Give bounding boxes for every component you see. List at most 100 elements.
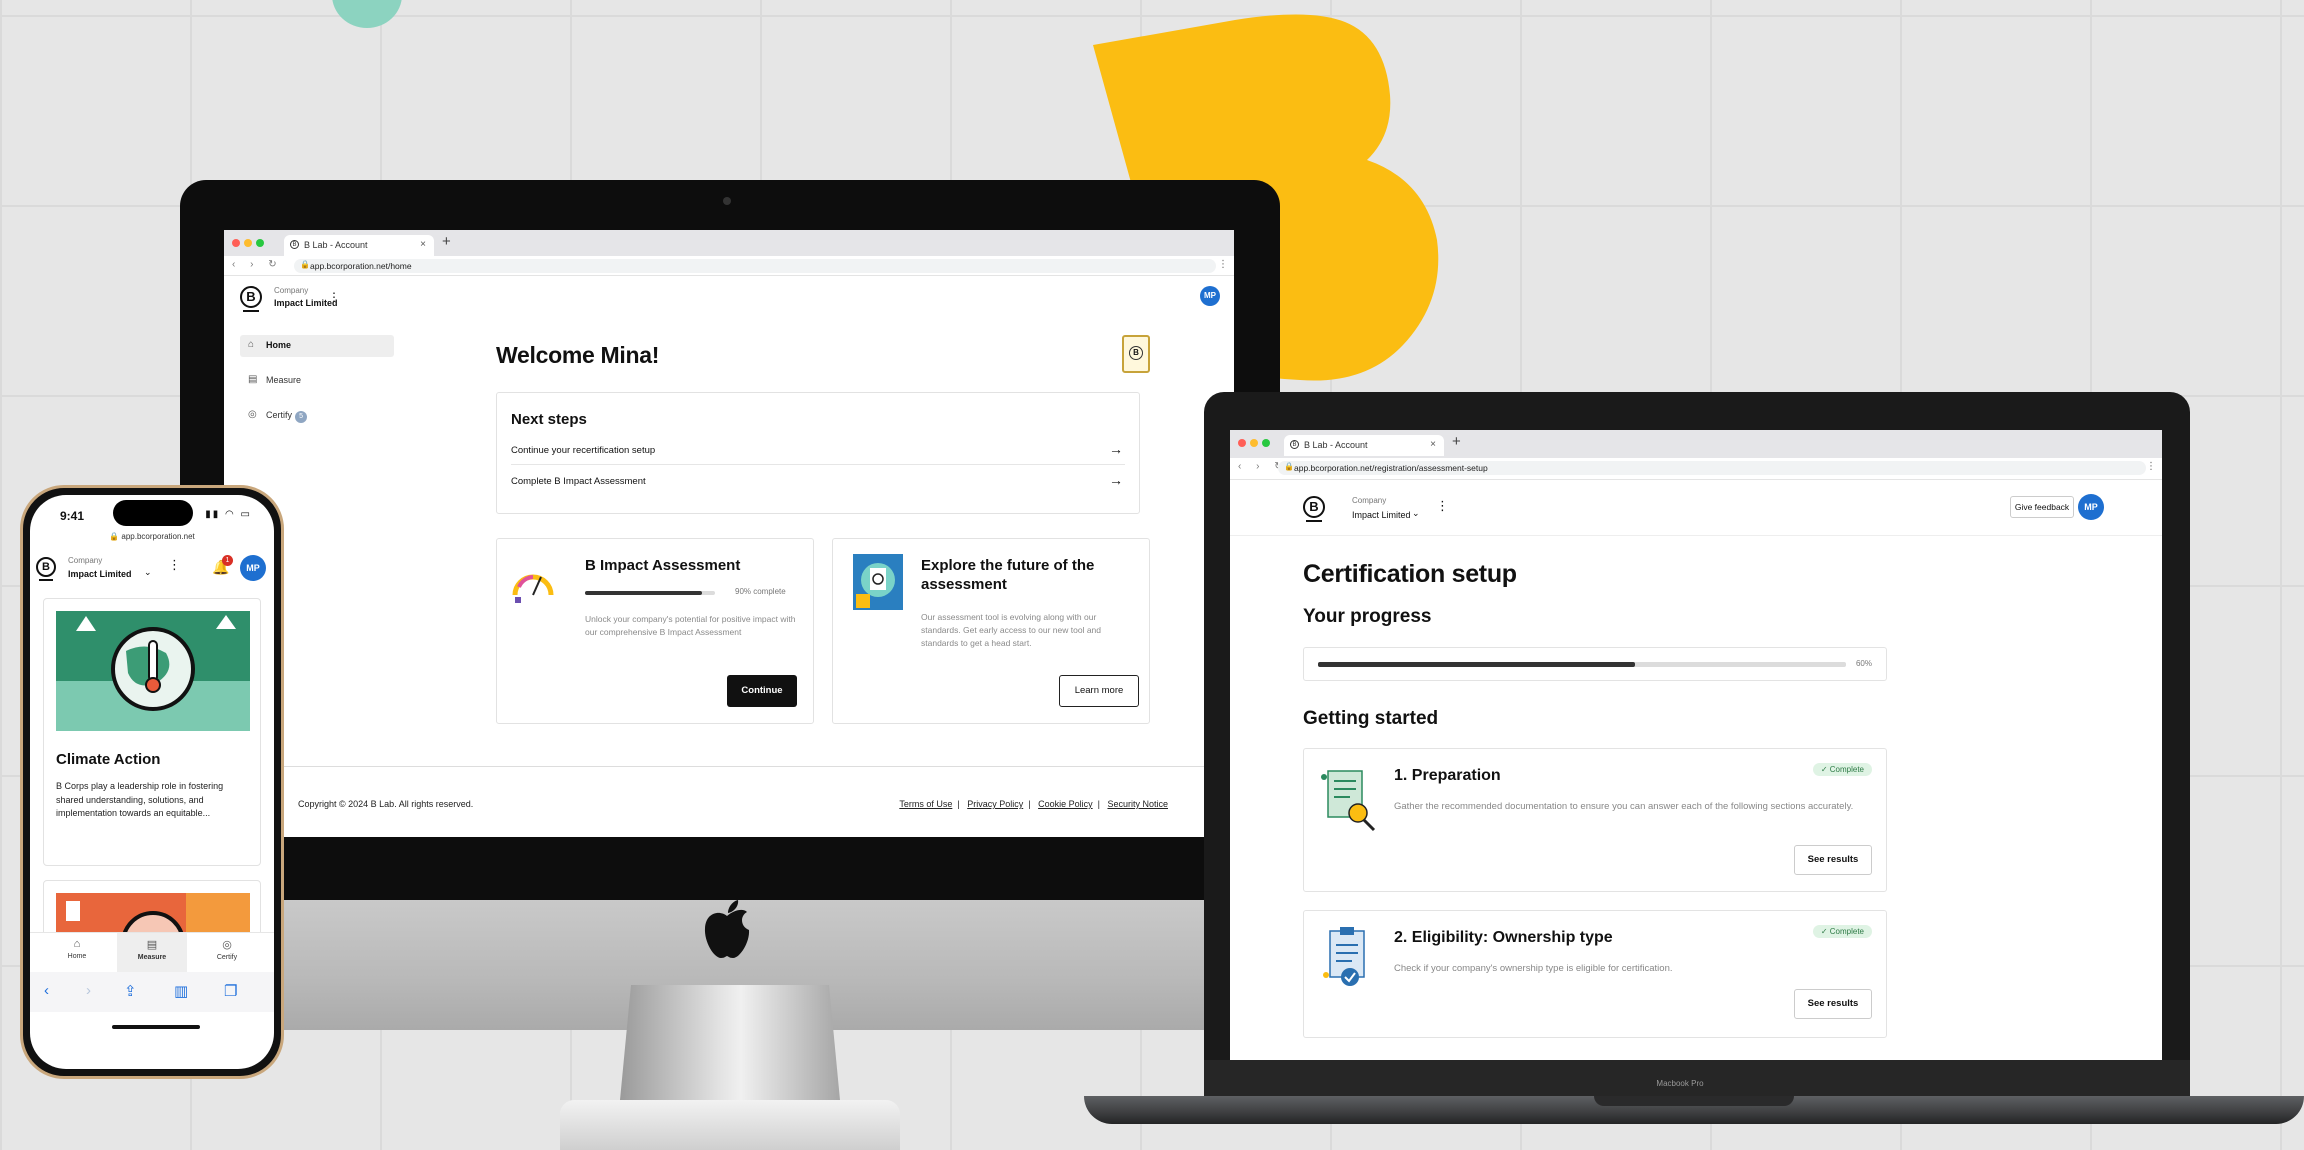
bcorp-logo-icon[interactable]: B (240, 286, 262, 312)
new-tab-icon[interactable]: + (442, 233, 451, 250)
see-results-button[interactable]: See results (1794, 989, 1872, 1019)
minimize-window-dot[interactable] (244, 239, 252, 247)
browser-menu-icon[interactable]: ⋮ (1218, 259, 1228, 270)
browser-tab[interactable]: B B Lab - Account × (1284, 435, 1444, 456)
address-bar: ‹ › ↻ 🔒 app.bcorporation.net/registratio… (1230, 458, 2162, 480)
close-tab-icon[interactable]: × (420, 239, 426, 250)
imac-camera (723, 197, 731, 205)
signal-wifi-battery-icon: ▮▮ ◠ ▭ (205, 509, 252, 520)
iphone-screen: 9:41 ▮▮ ◠ ▭ 🔒 app.bcorporation.net B Com… (30, 495, 274, 1069)
learn-more-button[interactable]: Learn more (1059, 675, 1139, 707)
avatar[interactable]: MP (2078, 494, 2104, 520)
impact-progress-label: 90% complete (735, 587, 786, 596)
browser-nav-icons[interactable]: ‹ › ↻ (232, 259, 283, 270)
footer-divider (224, 766, 1234, 767)
getting-started-heading: Getting started (1303, 708, 1439, 729)
next-step-assessment[interactable]: Complete B Impact Assessment → (511, 468, 1125, 496)
section-title: 1. Preparation (1394, 767, 1501, 784)
lock-icon: 🔒 (300, 260, 310, 269)
chevron-down-icon[interactable]: ⌄ (1412, 508, 1420, 519)
sidebar-item-measure[interactable]: ▤ Measure (240, 370, 394, 392)
section-description: Check if your company's ownership type i… (1394, 963, 1673, 974)
bottom-nav-home[interactable]: ⌂ Home (42, 933, 112, 973)
dynamic-island (113, 500, 193, 526)
security-link[interactable]: Security Notice (1107, 799, 1168, 809)
check-circle-icon: ◎ (248, 409, 257, 420)
company-selector[interactable]: Impact Limited (68, 569, 132, 579)
future-assessment-illustration-icon (853, 554, 903, 610)
climate-illustration-icon (56, 611, 250, 731)
macbook-screen: B B Lab - Account × + ‹ › ↻ 🔒 app.bcorpo… (1230, 430, 2162, 1060)
bookmarks-icon[interactable]: ▥ (174, 982, 188, 1000)
lock-icon: 🔒 (1284, 462, 1294, 471)
company-menu-icon[interactable]: ⋮ (1436, 498, 1449, 514)
blab-favicon-icon: B (1290, 440, 1299, 449)
imac-stand (620, 985, 840, 1100)
complete-badge: ✓ Complete (1812, 763, 1872, 776)
complete-badge: ✓ Complete (1812, 925, 1872, 938)
bottom-nav-measure[interactable]: ▤ Measure (117, 933, 187, 973)
apple-logo-icon (704, 900, 750, 958)
zoom-window-dot[interactable] (1262, 439, 1270, 447)
company-menu-icon[interactable]: ⋮ (328, 290, 340, 304)
see-results-button[interactable]: See results (1794, 845, 1872, 875)
climate-action-card[interactable]: Climate Action B Corps play a leadership… (43, 598, 261, 866)
setup-progress-bar (1318, 662, 1846, 667)
status-time: 9:41 (60, 509, 85, 523)
tabs-icon[interactable]: ❐ (224, 982, 237, 1000)
avatar[interactable]: MP (1200, 286, 1220, 306)
section-description: Gather the recommended documentation to … (1394, 801, 1854, 812)
macbook-bezel-bottom (1204, 1060, 2190, 1096)
browser-menu-icon[interactable]: ⋮ (2146, 461, 2156, 472)
close-tab-icon[interactable]: × (1430, 439, 1436, 450)
minimize-window-dot[interactable] (1250, 439, 1258, 447)
company-selector[interactable]: Impact Limited (1352, 510, 1411, 520)
back-icon[interactable]: ‹ (44, 982, 49, 999)
give-feedback-button[interactable]: Give feedback (2010, 496, 2074, 518)
terms-link[interactable]: Terms of Use (899, 799, 952, 809)
avatar[interactable]: MP (240, 555, 266, 581)
company-label: Company (1352, 496, 1387, 505)
macbook-label: Macbook Pro (1656, 1079, 1704, 1088)
blab-favicon-icon: B (290, 240, 299, 249)
teal-circle-decoration (332, 0, 402, 28)
new-tab-icon[interactable]: + (1452, 433, 1461, 450)
impact-progress-bar (585, 591, 715, 595)
share-icon[interactable]: ⇪ (124, 982, 137, 1000)
bcorp-logo-icon[interactable]: B (36, 557, 56, 581)
clipboard-check-icon (1323, 927, 1365, 986)
forward-icon[interactable]: › (86, 982, 91, 999)
bcorp-logo-icon[interactable]: B (1303, 496, 1325, 522)
company-label: Company (274, 286, 309, 295)
continue-button[interactable]: Continue (727, 675, 797, 707)
privacy-link[interactable]: Privacy Policy (967, 799, 1023, 809)
sidebar-item-certify[interactable]: ◎ Certify 5 (240, 405, 394, 427)
close-window-dot[interactable] (232, 239, 240, 247)
home-indicator (112, 1025, 200, 1029)
zoom-window-dot[interactable] (256, 239, 264, 247)
url-field[interactable]: 🔒 app.bcorporation.net/registration/asse… (1278, 461, 2146, 475)
close-window-dot[interactable] (1238, 439, 1246, 447)
arrow-right-icon: → (1109, 441, 1123, 457)
bcorp-certificate-icon: B (1122, 335, 1150, 373)
clipboard-icon: ▤ (248, 374, 258, 385)
next-step-recertification[interactable]: Continue your recertification setup → (511, 437, 1125, 465)
impact-assessment-card: B Impact Assessment 90% complete Unlock … (496, 538, 814, 724)
url-field[interactable]: 🔒 app.bcorporation.net (30, 532, 274, 541)
sidebar-item-home[interactable]: ⌂ Home (240, 335, 394, 357)
browser-tab[interactable]: B B Lab - Account × (284, 235, 434, 256)
home-icon: ⌂ (73, 938, 81, 950)
cookie-link[interactable]: Cookie Policy (1038, 799, 1093, 809)
company-menu-icon[interactable]: ⋮ (168, 557, 181, 573)
notification-badge: 1 (222, 555, 233, 566)
impact-card-title: B Impact Assessment (585, 557, 741, 574)
bottom-nav-certify[interactable]: ◎ Certify (192, 933, 262, 973)
address-bar: ‹ › ↻ 🔒 app.bcorporation.net/home ⋮ (224, 256, 1234, 276)
card-description: B Corps play a leadership role in foster… (56, 781, 224, 818)
chevron-down-icon[interactable]: ⌄ (144, 567, 152, 578)
impact-card-description: Unlock your company's potential for posi… (585, 614, 796, 638)
app-header: B Company Impact Limited ⌄ ⋮ Give feedba… (1230, 486, 2162, 536)
copyright-text: Copyright © 2024 B Lab. All rights reser… (298, 799, 474, 809)
next-topic-card[interactable] (43, 880, 261, 940)
url-field[interactable]: 🔒 app.bcorporation.net/home (294, 259, 1216, 273)
